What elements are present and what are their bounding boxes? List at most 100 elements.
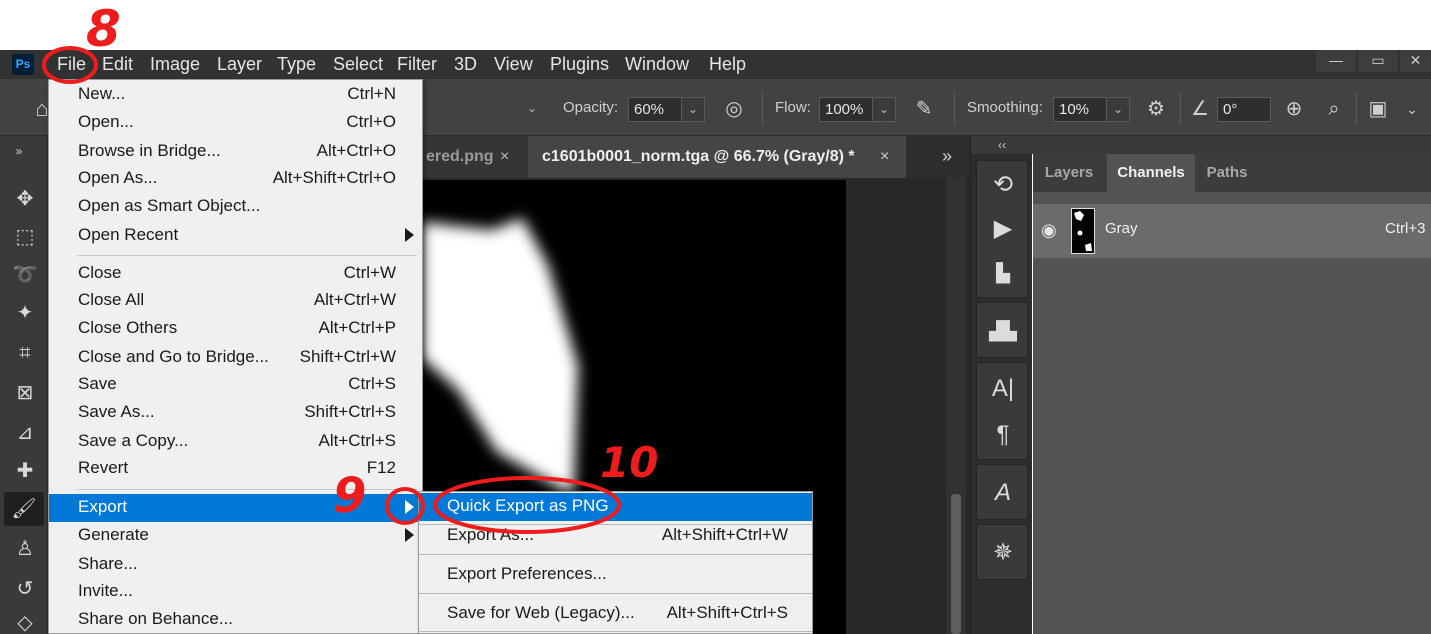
close-window-button[interactable]: ✕ — [1400, 50, 1431, 72]
smoothing-dropdown[interactable]: ⌄ — [1106, 97, 1130, 122]
opacity-input[interactable]: 60% — [628, 97, 682, 122]
marquee-tool-icon[interactable]: ⬚ — [12, 224, 38, 250]
menu-item-save-a-copy[interactable]: Save a Copy... Alt+Ctrl+S — [49, 428, 422, 456]
tab-overflow-icon[interactable]: » — [942, 146, 952, 167]
menu-image[interactable]: Image — [150, 50, 200, 79]
channel-name: Gray — [1105, 220, 1138, 237]
menu-item-close-others[interactable]: Close Others Alt+Ctrl+P — [49, 315, 422, 343]
plugins-panel-icon[interactable]: ▙ — [977, 257, 1029, 289]
menu-separator — [419, 554, 812, 555]
frame-tool-icon[interactable]: ⊠ — [12, 380, 38, 406]
submenu-arrow-icon — [405, 528, 414, 542]
tab-paths[interactable]: Paths — [1195, 154, 1259, 192]
pressure-opacity-icon[interactable]: ◎ — [720, 95, 748, 123]
flow-input[interactable]: 100% — [819, 97, 873, 122]
photoshop-logo-icon: Ps — [12, 54, 34, 75]
menu-plugins[interactable]: Plugins — [550, 50, 609, 79]
gear-icon[interactable]: ⚙ — [1142, 95, 1170, 123]
menu-item-open-as-smart-object[interactable]: Open as Smart Object... — [49, 193, 422, 221]
screenshot-top-margin — [0, 0, 1431, 50]
healing-brush-tool-icon[interactable]: ✚ — [12, 458, 38, 484]
menu-item-new[interactable]: New... Ctrl+N — [49, 81, 422, 109]
separator — [1356, 93, 1357, 125]
menu-select[interactable]: Select — [333, 50, 383, 79]
menu-file[interactable]: File — [57, 50, 86, 79]
move-tool-icon[interactable]: ✥ — [12, 186, 38, 212]
crop-tool-icon[interactable]: ⌗ — [12, 340, 38, 366]
search-icon[interactable]: ⌕ — [1320, 95, 1348, 123]
collapse-toolbar-icon[interactable]: » — [6, 138, 32, 164]
tab-channels[interactable]: Channels — [1107, 154, 1195, 192]
panel-dock: ‹‹ ⟲ ▶ ▙ ▟▙ A| ¶ A ✵ — [970, 136, 1033, 634]
menu-type[interactable]: Type — [277, 50, 316, 79]
workspace-icon[interactable]: ▣ — [1364, 95, 1392, 123]
tab-active-close-icon[interactable]: × — [880, 148, 889, 166]
menu-item-close-and-go-to-bridge[interactable]: Close and Go to Bridge... Shift+Ctrl+W — [49, 344, 422, 372]
menu-item-close-all[interactable]: Close All Alt+Ctrl+W — [49, 287, 422, 315]
workspace-dropdown-icon[interactable]: ⌄ — [1398, 95, 1426, 123]
menu-item-share[interactable]: Share... — [49, 551, 422, 579]
file-menu-dropdown: New... Ctrl+N Open... Ctrl+O Browse in Bri… — [48, 79, 423, 634]
history-panel-icon[interactable]: ⟲ — [977, 169, 1029, 201]
actions-panel-icon[interactable]: ▶ — [977, 213, 1029, 245]
channels-panel: Layers Channels Paths ◉ Gray Ctrl+3 — [1033, 136, 1431, 634]
airbrush-icon[interactable]: ✎ — [910, 95, 938, 123]
character-panel-icon[interactable]: A| — [977, 373, 1029, 405]
dock-group-1: ⟲ ▶ ▙ — [976, 160, 1028, 298]
flow-dropdown[interactable]: ⌄ — [872, 97, 896, 122]
channel-row[interactable]: ◉ Gray Ctrl+3 — [1033, 204, 1431, 258]
menu-item-generate[interactable]: Generate — [49, 522, 422, 550]
annotation-step-9: 9 — [333, 468, 367, 524]
visibility-eye-icon[interactable]: ◉ — [1041, 220, 1057, 241]
export-submenu: Quick Export as PNG Export As... Alt+Shif… — [418, 491, 813, 634]
opacity-dropdown[interactable]: ⌄ — [681, 97, 705, 122]
menu-item-invite[interactable]: Invite... — [49, 578, 422, 606]
menu-filter[interactable]: Filter — [397, 50, 437, 79]
menu-item-open[interactable]: Open... Ctrl+O — [49, 109, 422, 137]
glyphs-panel-icon[interactable]: A — [977, 477, 1029, 509]
menu-3d[interactable]: 3D — [454, 50, 477, 79]
menu-item-quick-export-png[interactable]: Quick Export as PNG — [419, 493, 812, 521]
channel-thumbnail — [1071, 208, 1095, 254]
menu-item-share-on-behance[interactable]: Share on Behance... — [49, 606, 422, 634]
tab-previous-label: ered.png — [426, 148, 494, 165]
tab-previous-close-icon[interactable]: × — [500, 148, 509, 166]
brush-preset-dropdown[interactable]: ⌄ — [520, 97, 544, 122]
pressure-size-icon[interactable]: ⊕ — [1280, 95, 1308, 123]
minimize-button[interactable]: — — [1316, 50, 1356, 72]
annotation-step-8: 8 — [86, 0, 121, 58]
eyedropper-tool-icon[interactable]: ⊿ — [12, 420, 38, 446]
properties-panel-icon[interactable]: ✵ — [977, 537, 1029, 569]
dock-collapse-icon[interactable]: ‹‹ — [971, 136, 1033, 154]
brush-tool-icon[interactable]: 🖌 — [4, 492, 44, 526]
scrollbar-thumb[interactable] — [951, 494, 961, 634]
eraser-tool-icon[interactable]: ◇ — [12, 610, 38, 634]
menu-item-close[interactable]: Close Ctrl+W — [49, 260, 422, 288]
menu-item-export-as[interactable]: Export As... Alt+Shift+Ctrl+W — [419, 522, 812, 550]
menu-item-save[interactable]: Save Ctrl+S — [49, 371, 422, 399]
menu-item-browse-in-bridge[interactable]: Browse in Bridge... Alt+Ctrl+O — [49, 138, 422, 166]
history-brush-tool-icon[interactable]: ↺ — [12, 576, 38, 602]
menu-item-open-as[interactable]: Open As... Alt+Shift+Ctrl+O — [49, 165, 422, 193]
clone-stamp-tool-icon[interactable]: ♙ — [12, 536, 38, 562]
restore-button[interactable]: ▭ — [1358, 50, 1398, 72]
angle-input[interactable]: 0° — [1217, 97, 1271, 122]
flow-label: Flow: — [775, 99, 811, 116]
menu-item-export-preferences[interactable]: Export Preferences... — [419, 561, 812, 589]
magic-wand-tool-icon[interactable]: ✦ — [12, 300, 38, 326]
menu-item-open-recent[interactable]: Open Recent — [49, 222, 422, 250]
menu-help[interactable]: Help — [709, 50, 746, 79]
tools-panel: » ✥ ⬚ ➰ ✦ ⌗ ⊠ ⊿ ✚ 🖌 ♙ ↺ ◇ — [0, 136, 48, 634]
paragraph-panel-icon[interactable]: ¶ — [977, 419, 1029, 451]
histogram-panel-icon[interactable]: ▟▙ — [977, 315, 1029, 347]
smoothing-input[interactable]: 10% — [1053, 97, 1107, 122]
lasso-tool-icon[interactable]: ➰ — [12, 262, 38, 288]
menu-view[interactable]: View — [494, 50, 533, 79]
dock-group-2: ▟▙ — [976, 302, 1028, 358]
vertical-scrollbar[interactable] — [946, 178, 966, 634]
menu-item-save-for-web[interactable]: Save for Web (Legacy)... Alt+Shift+Ctrl+S — [419, 600, 812, 628]
menu-window[interactable]: Window — [625, 50, 689, 79]
menu-layer[interactable]: Layer — [217, 50, 262, 79]
menu-item-save-as[interactable]: Save As... Shift+Ctrl+S — [49, 399, 422, 427]
tab-layers[interactable]: Layers — [1033, 154, 1105, 192]
